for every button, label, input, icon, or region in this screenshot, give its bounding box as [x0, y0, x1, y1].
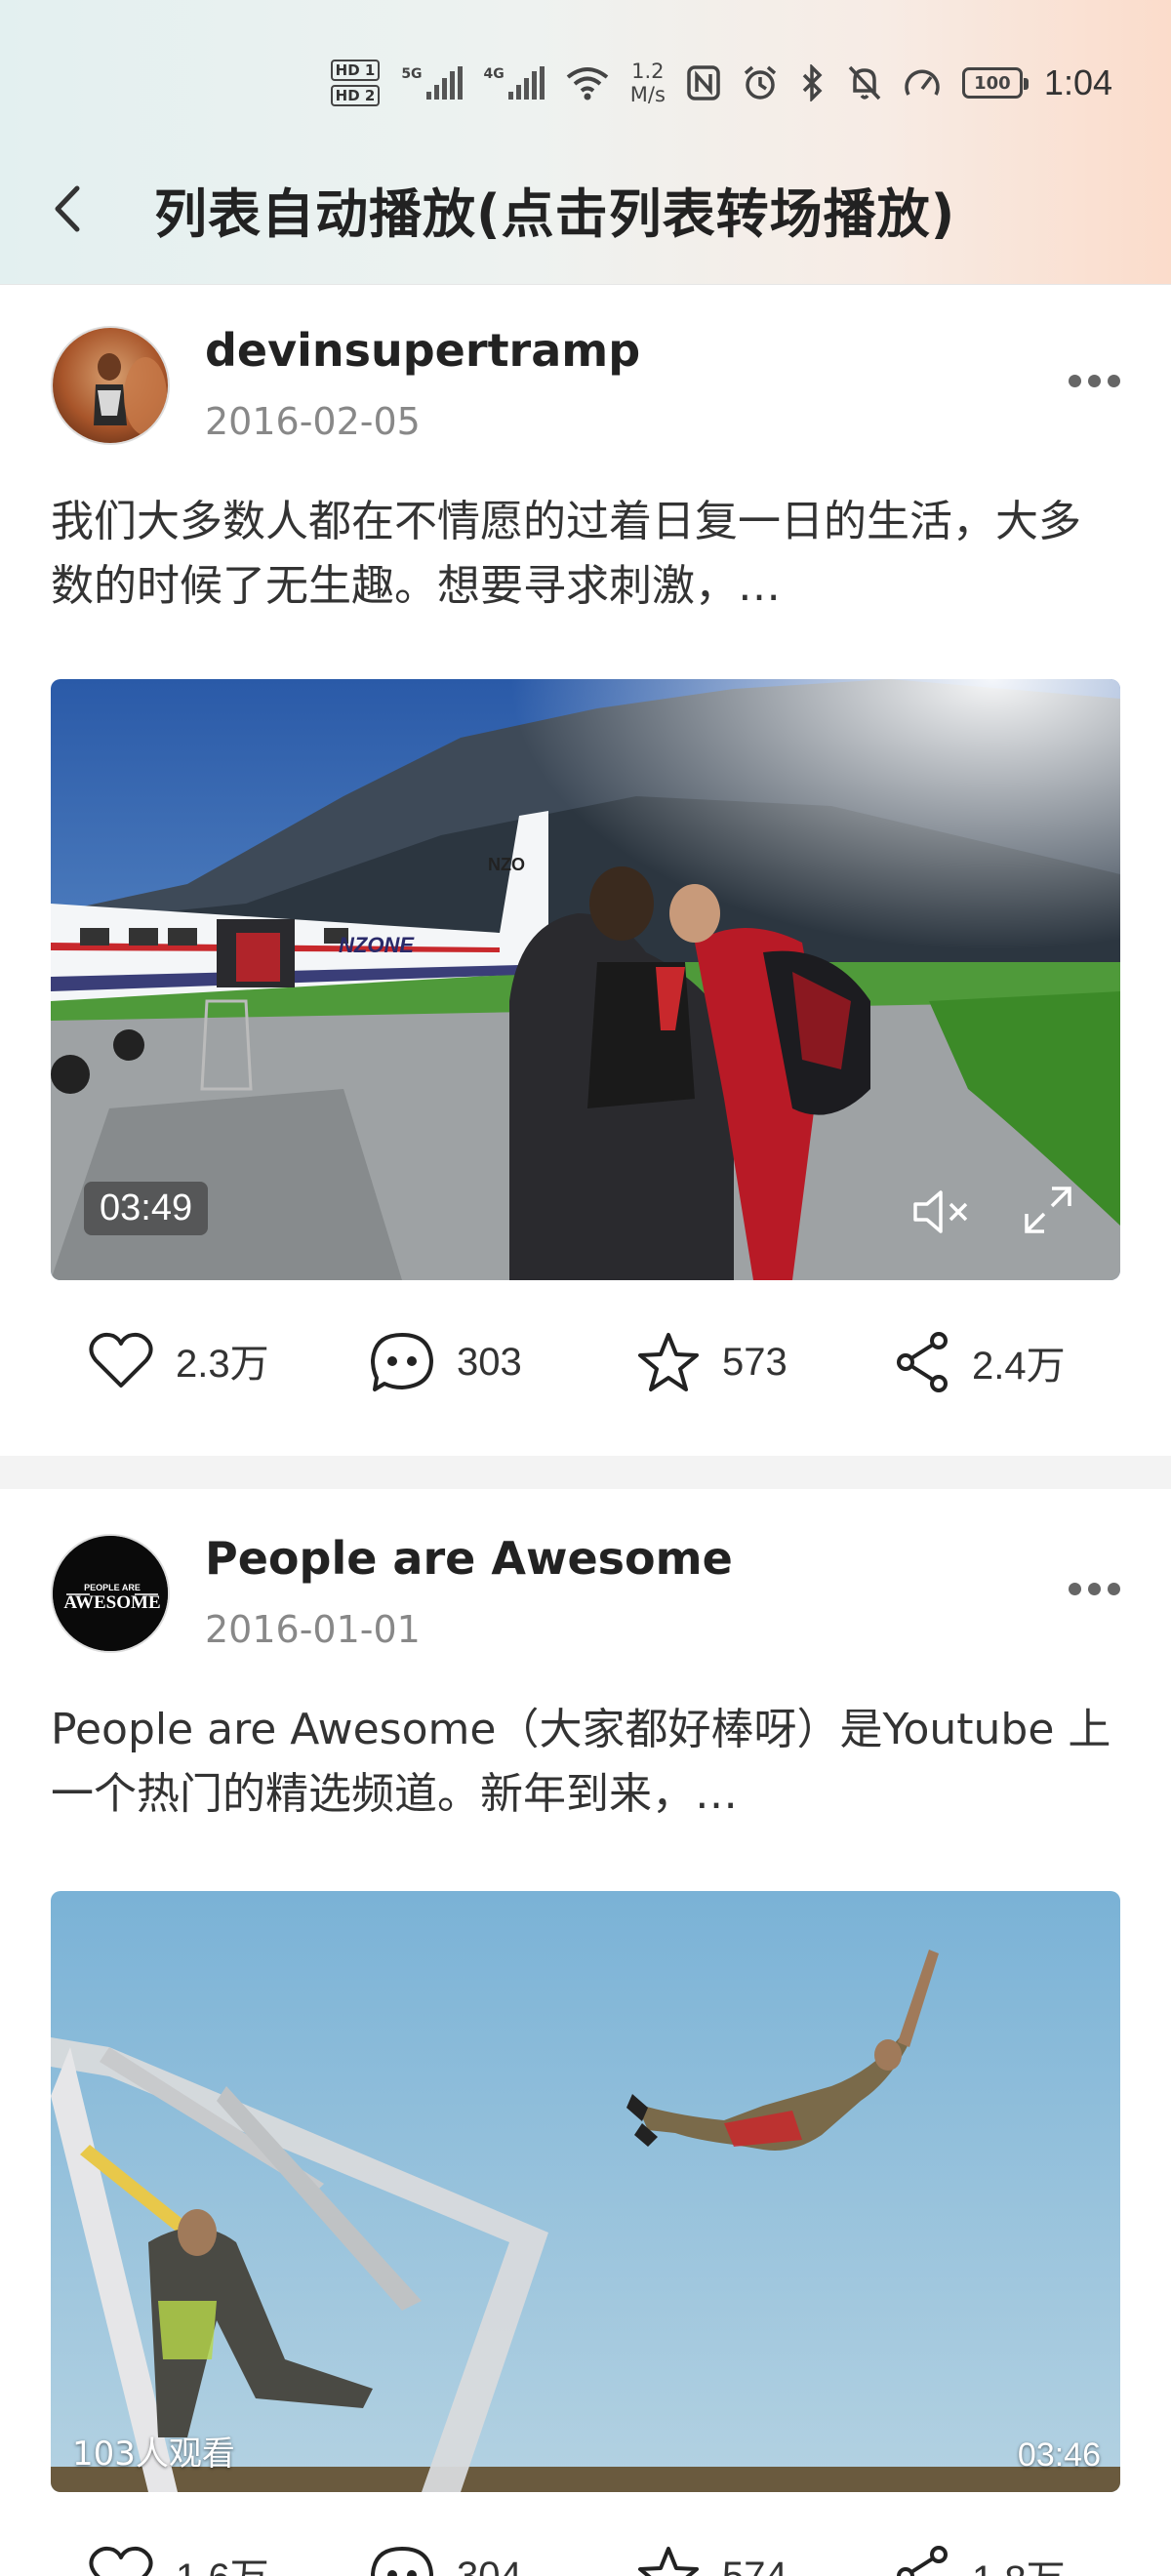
view-count: 103人观看 — [72, 2435, 235, 2474]
bluetooth-icon — [802, 64, 823, 101]
status-bar: HD 1 HD 2 5G 4G 1.2 M/s 100 1:04 — [0, 0, 1171, 166]
comment-icon — [371, 2547, 433, 2576]
heart-icon — [89, 1332, 153, 1388]
share-count: 2.4万 — [972, 1345, 1066, 1388]
wifi-icon — [566, 67, 609, 101]
post-description[interactable]: 我们大多数人都在不情愿的过着日复一日的生活，大多数的时候了无生趣。想要寻求刺激，… — [51, 490, 1114, 619]
clock: 1:04 — [1043, 62, 1112, 102]
video-duration: 03:49 — [84, 1182, 209, 1235]
fullscreen-icon[interactable] — [1023, 1185, 1073, 1235]
post-date: 2016-01-01 — [205, 1608, 421, 1651]
avatar-text-bottom: AWESOME — [63, 1592, 160, 1613]
net2-label: 4G — [483, 66, 505, 82]
comment-button[interactable]: 303 — [369, 1331, 522, 1393]
favorite-count: 574 — [722, 2554, 787, 2576]
header-background: HD 1 HD 2 5G 4G 1.2 M/s 100 1:04 列表自动播放(… — [0, 0, 1171, 285]
page-title: 列表自动播放(点击列表转场播放) — [154, 182, 956, 245]
like-count: 2.3万 — [176, 1343, 269, 1386]
speed-unit: M/s — [629, 83, 666, 106]
star-icon — [638, 2547, 699, 2576]
like-count: 1.6万 — [176, 2546, 269, 2576]
share-button[interactable]: 1.8万 — [896, 2545, 1066, 2576]
star-icon — [638, 1333, 699, 1391]
svg-text:NZO: NZO — [488, 855, 525, 874]
hd2-badge: HD 2 — [330, 85, 381, 106]
video-player[interactable]: NZONE NZO 03:49 — [51, 679, 1120, 1280]
post-actions: 2.3万 303 573 2.4万 — [0, 1313, 1171, 1411]
avatar[interactable] — [51, 326, 170, 445]
back-button[interactable] — [37, 180, 96, 238]
svg-text:NZONE: NZONE — [339, 933, 415, 957]
username[interactable]: devinsupertramp — [205, 324, 640, 377]
speed-value: 1.2 — [631, 60, 665, 83]
network-speed: 1.2 M/s — [630, 60, 666, 106]
alarm-icon — [744, 65, 777, 100]
nfc-icon — [687, 65, 720, 101]
favorite-count: 573 — [722, 1340, 787, 1384]
hd1-badge: HD 1 — [330, 60, 381, 81]
username[interactable]: People are Awesome — [205, 1532, 733, 1585]
comment-count: 303 — [457, 1340, 522, 1384]
signal-bars-icon — [425, 66, 463, 100]
like-button[interactable]: 2.3万 — [88, 1331, 269, 1389]
avatar[interactable]: PEOPLE ARE AWESOME — [51, 1534, 170, 1653]
video-duration: 03:46 — [1017, 2436, 1101, 2474]
heart-icon — [89, 2546, 153, 2576]
video-thumbnail — [51, 1891, 1120, 2492]
speedometer-icon — [905, 69, 940, 96]
mute-bell-icon — [848, 65, 881, 101]
share-icon — [897, 2546, 948, 2576]
comment-icon — [371, 1333, 433, 1391]
mute-icon[interactable] — [911, 1188, 974, 1235]
favorite-button[interactable]: 573 — [636, 1331, 787, 1393]
share-icon — [897, 1332, 948, 1392]
more-options-icon[interactable] — [1069, 375, 1120, 387]
post-divider — [0, 1456, 1171, 1489]
signal-5g: 5G — [401, 66, 463, 100]
like-button[interactable]: 1.6万 — [88, 2545, 269, 2576]
title-bar: 列表自动播放(点击列表转场播放) — [0, 156, 1171, 262]
battery-icon: 100 — [961, 67, 1029, 99]
video-player[interactable]: 103人观看 03:46 — [51, 1891, 1120, 2492]
more-options-icon[interactable] — [1069, 1583, 1120, 1595]
post-actions: 1.6万 304 574 1.8万 — [0, 2527, 1171, 2576]
post-date: 2016-02-05 — [205, 400, 421, 443]
signal-4g: 4G — [484, 66, 545, 100]
post-description[interactable]: People are Awesome（大家都好棒呀）是Youtube 上一个热门… — [51, 1698, 1114, 1827]
share-button[interactable]: 2.4万 — [896, 1331, 1066, 1393]
avatar-text-top: PEOPLE ARE — [84, 1583, 141, 1592]
comment-count: 304 — [457, 2554, 522, 2576]
comment-button[interactable]: 304 — [369, 2545, 522, 2576]
share-count: 1.8万 — [972, 2548, 1066, 2576]
favorite-button[interactable]: 574 — [636, 2545, 787, 2576]
hd-indicators: HD 1 HD 2 — [330, 60, 381, 106]
signal-bars-icon — [507, 66, 545, 100]
net1-label: 5G — [401, 66, 423, 82]
chevron-left-icon — [55, 185, 80, 232]
